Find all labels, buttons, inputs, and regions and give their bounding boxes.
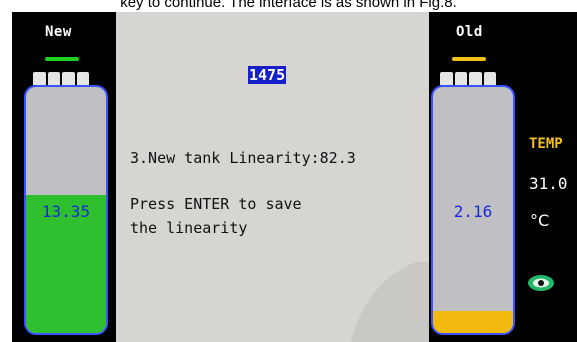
old-tank-fill-level — [433, 310, 513, 333]
new-tank-cap — [33, 72, 89, 85]
message-panel: 1475 3.New tank Linearity:82.3 Press ENT… — [116, 12, 429, 342]
new-tank-label: New — [45, 24, 72, 40]
device-screen: New 13.35 1475 3.New tank Linearity:82.3… — [12, 12, 577, 342]
counter-display: 1475 — [248, 66, 287, 84]
old-tank-value: 2.16 — [453, 202, 493, 221]
eye-icon — [528, 275, 554, 291]
temp-value: 31.0 — [529, 174, 568, 193]
linearity-message: 3.New tank Linearity:82.3 — [130, 149, 356, 167]
temp-unit: °C — [530, 211, 550, 230]
save-prompt-line-2: the linearity — [130, 219, 248, 237]
old-tank-cap — [440, 72, 496, 85]
old-tank: 2.16 — [431, 85, 515, 335]
old-tank-label: Old — [456, 24, 483, 40]
caption-text: key to continue. The interface is as sho… — [120, 0, 457, 11]
save-prompt-line-1: Press ENTER to save — [130, 195, 302, 213]
temp-label: TEMP — [529, 136, 563, 152]
watermark-graphic — [351, 262, 429, 342]
new-tank-indicator-bar — [45, 57, 79, 61]
new-tank-value: 13.35 — [41, 202, 91, 221]
new-tank: 13.35 — [24, 85, 108, 335]
old-tank-indicator-bar — [452, 57, 486, 61]
